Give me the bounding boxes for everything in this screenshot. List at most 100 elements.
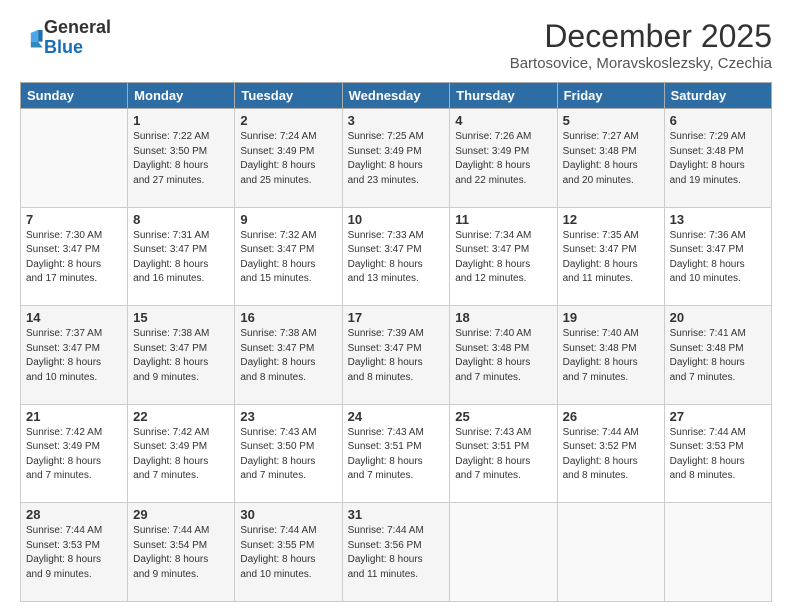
header: General Blue December 2025 Bartosovice, … [20, 18, 772, 72]
calendar-cell: 3Sunrise: 7:25 AMSunset: 3:49 PMDaylight… [342, 109, 450, 208]
day-number: 16 [240, 310, 336, 325]
calendar-cell: 19Sunrise: 7:40 AMSunset: 3:48 PMDayligh… [557, 306, 664, 405]
day-info: Sunrise: 7:38 AMSunset: 3:47 PMDaylight:… [240, 327, 336, 385]
calendar-cell: 23 Sunrise: 7:43 AMSunset: 3:50 PMDayligh… [235, 404, 342, 503]
day-number: 13 [670, 212, 766, 227]
day-number: 22 [133, 409, 229, 424]
calendar-header-thursday: Thursday [450, 83, 557, 109]
day-info: Sunrise: 7:26 AMSunset: 3:49 PMDaylight:… [455, 130, 551, 188]
day-info: Sunrise: 7:34 AMSunset: 3:47 PMDaylight:… [455, 229, 551, 287]
day-info: Sunrise: 7:44 AMSunset: 3:56 PMDaylight:… [348, 524, 445, 582]
day-info: Sunrise: 7:43 AMSunset: 3:51 PMDaylight:… [455, 426, 551, 484]
calendar-cell: 4 Sunrise: 7:26 AMSunset: 3:49 PMDaylight… [450, 109, 557, 208]
day-info: Sunrise: 7:44 AMSunset: 3:55 PMDaylight:… [240, 524, 336, 582]
day-number: 30 [240, 507, 336, 522]
day-info: Sunrise: 7:44 AMSunset: 3:52 PMDaylight:… [563, 426, 659, 484]
calendar-header-sunday: Sunday [21, 83, 128, 109]
day-number: 25 [455, 409, 551, 424]
day-number: 8 [133, 212, 229, 227]
day-number: 20 [670, 310, 766, 325]
calendar-cell: 30 Sunrise: 7:44 AMSunset: 3:55 PMDayligh… [235, 503, 342, 602]
calendar-cell: 24 Sunrise: 7:43 AMSunset: 3:51 PMDayligh… [342, 404, 450, 503]
day-info: Sunrise: 7:22 AMSunset: 3:50 PMDaylight:… [133, 130, 229, 188]
calendar-cell: 5 Sunrise: 7:27 AMSunset: 3:48 PMDaylight… [557, 109, 664, 208]
calendar-week-row: 1 Sunrise: 7:22 AMSunset: 3:50 PMDaylight… [21, 109, 772, 208]
calendar-table: SundayMondayTuesdayWednesdayThursdayFrid… [20, 82, 772, 602]
title-block: December 2025 Bartosovice, Moravskoslezs… [510, 18, 772, 72]
day-number: 15 [133, 310, 229, 325]
day-info: Sunrise: 7:42 AMSunset: 3:49 PMDaylight:… [133, 426, 229, 484]
calendar-cell: 22 Sunrise: 7:42 AMSunset: 3:49 PMDayligh… [128, 404, 235, 503]
day-number: 1 [133, 113, 229, 128]
calendar-cell: 6 Sunrise: 7:29 AMSunset: 3:48 PMDaylight… [664, 109, 771, 208]
day-number: 31 [348, 507, 445, 522]
logo-icon [22, 27, 44, 49]
day-info: Sunrise: 7:43 AMSunset: 3:50 PMDaylight:… [240, 426, 336, 484]
calendar-week-row: 21 Sunrise: 7:42 AMSunset: 3:49 PMDayligh… [21, 404, 772, 503]
day-info: Sunrise: 7:29 AMSunset: 3:48 PMDaylight:… [670, 130, 766, 188]
calendar-header-wednesday: Wednesday [342, 83, 450, 109]
calendar-header-monday: Monday [128, 83, 235, 109]
day-number: 19 [563, 310, 659, 325]
calendar-cell: 21 Sunrise: 7:42 AMSunset: 3:49 PMDayligh… [21, 404, 128, 503]
day-info: Sunrise: 7:40 AMSunset: 3:48 PMDaylight:… [455, 327, 551, 385]
calendar-header-friday: Friday [557, 83, 664, 109]
calendar-week-row: 14 Sunrise: 7:37 AMSunset: 3:47 PMDayligh… [21, 306, 772, 405]
day-info: Sunrise: 7:42 AMSunset: 3:49 PMDaylight:… [26, 426, 122, 484]
calendar-cell: 12 Sunrise: 7:35 AMSunset: 3:47 PMDayligh… [557, 207, 664, 306]
day-info: Sunrise: 7:44 AMSunset: 3:53 PMDaylight:… [26, 524, 122, 582]
page: General Blue December 2025 Bartosovice, … [0, 0, 792, 612]
calendar-cell: 14 Sunrise: 7:37 AMSunset: 3:47 PMDayligh… [21, 306, 128, 405]
calendar-header-row: SundayMondayTuesdayWednesdayThursdayFrid… [21, 83, 772, 109]
day-number: 27 [670, 409, 766, 424]
calendar-cell [450, 503, 557, 602]
day-number: 24 [348, 409, 445, 424]
day-info: Sunrise: 7:37 AMSunset: 3:47 PMDaylight:… [26, 327, 122, 385]
calendar-cell: 17Sunrise: 7:39 AMSunset: 3:47 PMDayligh… [342, 306, 450, 405]
day-number: 23 [240, 409, 336, 424]
day-number: 12 [563, 212, 659, 227]
day-info: Sunrise: 7:24 AMSunset: 3:49 PMDaylight:… [240, 130, 336, 188]
day-info: Sunrise: 7:41 AMSunset: 3:48 PMDaylight:… [670, 327, 766, 385]
calendar-cell: 31 Sunrise: 7:44 AMSunset: 3:56 PMDayligh… [342, 503, 450, 602]
day-number: 11 [455, 212, 551, 227]
day-info: Sunrise: 7:25 AMSunset: 3:49 PMDaylight:… [348, 130, 445, 188]
subtitle: Bartosovice, Moravskoslezsky, Czechia [510, 55, 772, 72]
calendar-cell: 18Sunrise: 7:40 AMSunset: 3:48 PMDayligh… [450, 306, 557, 405]
calendar-cell [21, 109, 128, 208]
calendar-header-saturday: Saturday [664, 83, 771, 109]
logo: General Blue [20, 18, 111, 58]
main-title: December 2025 [510, 18, 772, 55]
logo-general: General [44, 18, 111, 38]
calendar-cell: 27 Sunrise: 7:44 AMSunset: 3:53 PMDayligh… [664, 404, 771, 503]
calendar-header-tuesday: Tuesday [235, 83, 342, 109]
day-info: Sunrise: 7:35 AMSunset: 3:47 PMDaylight:… [563, 229, 659, 287]
calendar-cell: 2 Sunrise: 7:24 AMSunset: 3:49 PMDaylight… [235, 109, 342, 208]
day-number: 7 [26, 212, 122, 227]
day-number: 14 [26, 310, 122, 325]
calendar-cell: 25 Sunrise: 7:43 AMSunset: 3:51 PMDayligh… [450, 404, 557, 503]
day-number: 2 [240, 113, 336, 128]
day-number: 6 [670, 113, 766, 128]
day-number: 21 [26, 409, 122, 424]
day-number: 10 [348, 212, 445, 227]
logo-blue: Blue [44, 38, 111, 58]
day-info: Sunrise: 7:27 AMSunset: 3:48 PMDaylight:… [563, 130, 659, 188]
calendar-cell: 1 Sunrise: 7:22 AMSunset: 3:50 PMDaylight… [128, 109, 235, 208]
logo-text: General Blue [44, 18, 111, 58]
calendar-week-row: 7 Sunrise: 7:30 AMSunset: 3:47 PMDaylight… [21, 207, 772, 306]
calendar-cell: 20 Sunrise: 7:41 AMSunset: 3:48 PMDayligh… [664, 306, 771, 405]
calendar-cell: 8Sunrise: 7:31 AMSunset: 3:47 PMDaylight… [128, 207, 235, 306]
calendar-cell [664, 503, 771, 602]
calendar-cell: 16 Sunrise: 7:38 AMSunset: 3:47 PMDayligh… [235, 306, 342, 405]
day-info: Sunrise: 7:32 AMSunset: 3:47 PMDaylight:… [240, 229, 336, 287]
day-info: Sunrise: 7:43 AMSunset: 3:51 PMDaylight:… [348, 426, 445, 484]
day-info: Sunrise: 7:44 AMSunset: 3:53 PMDaylight:… [670, 426, 766, 484]
day-number: 4 [455, 113, 551, 128]
day-number: 5 [563, 113, 659, 128]
day-number: 17 [348, 310, 445, 325]
day-info: Sunrise: 7:30 AMSunset: 3:47 PMDaylight:… [26, 229, 122, 287]
day-info: Sunrise: 7:33 AMSunset: 3:47 PMDaylight:… [348, 229, 445, 287]
calendar-cell: 15Sunrise: 7:38 AMSunset: 3:47 PMDayligh… [128, 306, 235, 405]
calendar-cell: 28Sunrise: 7:44 AMSunset: 3:53 PMDayligh… [21, 503, 128, 602]
